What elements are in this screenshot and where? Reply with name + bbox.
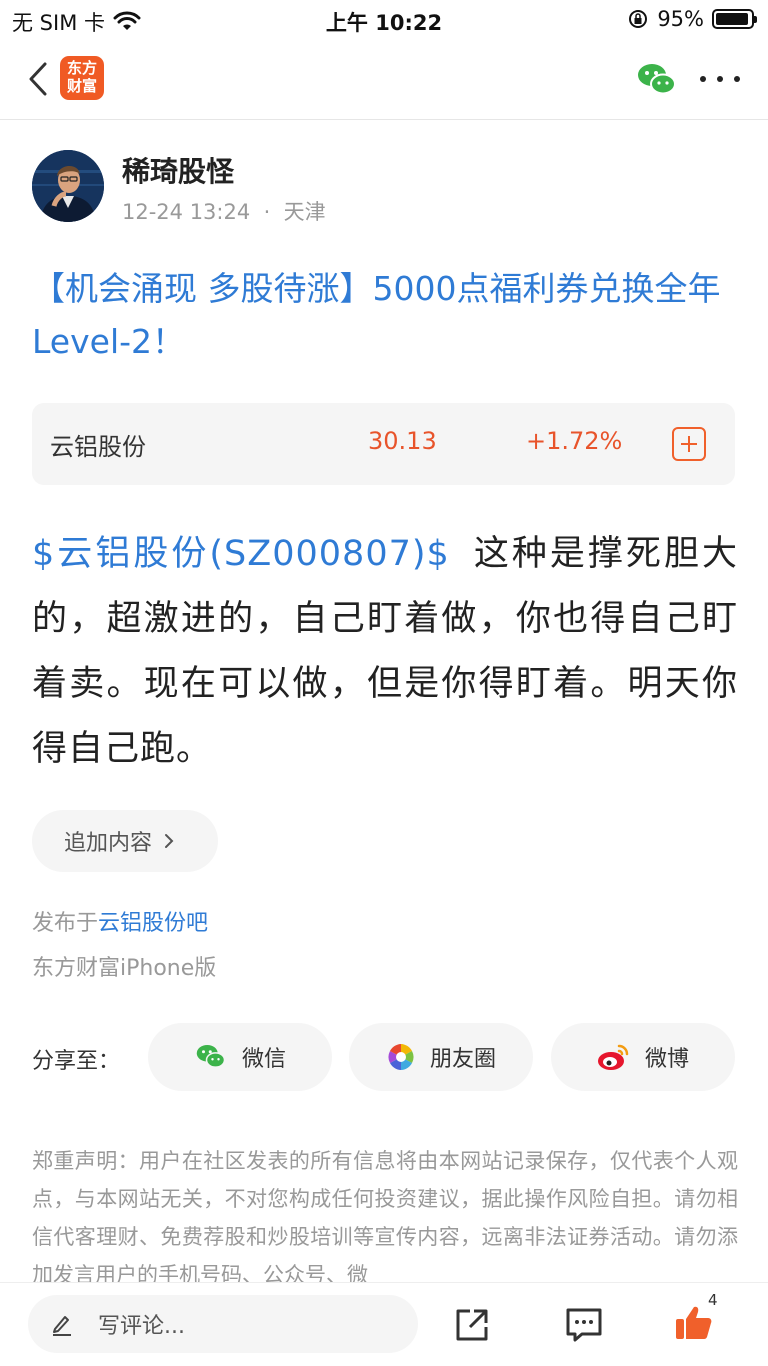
publish-info: 发布于云铝股份吧	[32, 905, 208, 937]
avatar[interactable]	[32, 150, 104, 222]
stock-price: 30.13	[368, 427, 437, 455]
weibo-icon	[597, 1044, 629, 1070]
bottom-bar: 写评论... 4	[0, 1282, 768, 1366]
like-count: 4	[708, 1291, 718, 1309]
status-right: 95%	[627, 7, 757, 31]
stock-card[interactable]: 云铝股份 30.13 +1.72%	[32, 403, 735, 485]
post-date: 12-24 13:24	[122, 200, 251, 224]
post-title[interactable]: 【机会涌现 多股待涨】5000点福利券兑换全年Level-2！	[32, 262, 742, 368]
client-info: 东方财富iPhone版	[32, 956, 217, 981]
stock-name: 云铝股份	[50, 433, 146, 461]
publish-prefix: 发布于	[32, 911, 99, 936]
share-wechat-label: 微信	[241, 1047, 286, 1072]
pencil-icon	[53, 1316, 71, 1336]
author-name[interactable]: 稀琦股怪	[122, 150, 234, 190]
post-body: $云铝股份(SZ000807)$ 这种是撑死胆大的，超激进的，自己盯着做，你也得自…	[32, 522, 738, 782]
add-watchlist-button[interactable]	[672, 427, 706, 461]
author-header: 稀琦股怪 12-24 13:24 · 天津	[32, 150, 732, 226]
share-wechat-button[interactable]: 微信	[148, 1023, 332, 1091]
app-logo: 东方财富	[60, 56, 104, 100]
share-weibo-label: 微博	[644, 1047, 689, 1072]
stock-link[interactable]: $云铝股份(SZ000807)$	[32, 534, 450, 574]
nav-bar: 东方财富	[0, 40, 768, 120]
status-bar: 无 SIM 卡 上午 10:22 95%	[0, 0, 768, 40]
more-options-button[interactable]	[700, 64, 740, 94]
wechat-icon	[196, 1045, 226, 1068]
more-dot	[717, 76, 723, 82]
thumbs-up-icon[interactable]	[674, 1303, 714, 1343]
forum-link[interactable]: 云铝股份吧	[98, 911, 208, 936]
chevron-right-icon	[165, 834, 174, 848]
append-content-label: 追加内容	[64, 831, 153, 856]
share-moments-button[interactable]: 朋友圈	[349, 1023, 533, 1091]
comment-placeholder: 写评论...	[98, 1314, 185, 1339]
chevron-left-icon	[29, 62, 47, 96]
wechat-share-icon[interactable]	[636, 60, 678, 100]
battery-percent: 95%	[657, 7, 704, 31]
post-location: 天津	[283, 200, 326, 224]
append-content-button[interactable]: 追加内容	[32, 810, 218, 872]
disclaimer: 郑重声明：用户在社区发表的所有信息将由本网站记录保存，仅代表个人观点，与本网站无…	[32, 1149, 738, 1282]
post-meta: 12-24 13:24 · 天津	[122, 200, 326, 224]
share-moments-label: 朋友圈	[429, 1047, 496, 1072]
more-dot	[734, 76, 740, 82]
share-weibo-button[interactable]: 微博	[551, 1023, 735, 1091]
comment-input[interactable]: 写评论...	[28, 1295, 418, 1353]
orientation-lock-icon	[629, 10, 648, 28]
moments-icon	[386, 1043, 415, 1071]
comment-icon[interactable]	[564, 1305, 604, 1345]
more-dot	[700, 76, 706, 82]
back-button[interactable]	[18, 56, 58, 102]
share-icon[interactable]	[452, 1305, 492, 1345]
battery-icon	[712, 9, 757, 29]
share-label: 分享至：	[32, 1049, 121, 1074]
stock-change: +1.72%	[526, 427, 623, 455]
